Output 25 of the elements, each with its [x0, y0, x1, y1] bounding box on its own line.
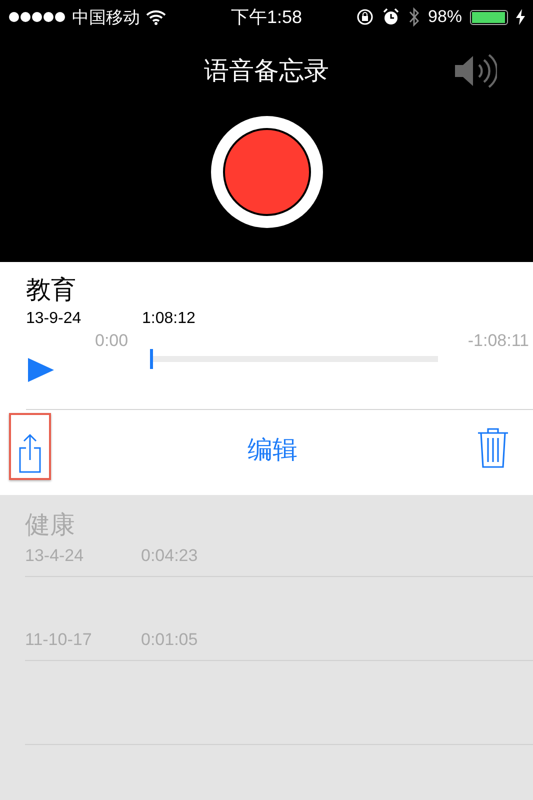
memo-title: 健康	[25, 510, 75, 540]
carrier-name: 中国移动	[72, 6, 140, 28]
memo-duration: 0:04:23	[141, 546, 198, 566]
memo-date: 13-4-24	[25, 546, 85, 566]
memo-row[interactable]: 11-10-17 0:01:05	[25, 577, 533, 661]
bluetooth-icon	[408, 7, 420, 27]
speaker-icon[interactable]	[453, 52, 497, 90]
battery-percent: 98%	[428, 7, 462, 27]
alarm-icon	[382, 8, 400, 26]
memo-duration: 0:01:05	[141, 630, 198, 650]
remaining-time: -1:08:11	[468, 331, 529, 351]
battery-icon	[470, 10, 508, 24]
memo-date: 13-9-24	[26, 310, 82, 328]
play-button[interactable]	[26, 358, 56, 384]
clock-time: 下午1:58	[230, 6, 302, 29]
memo-date: 11-10-17	[25, 630, 93, 650]
rotation-lock-icon	[356, 8, 374, 26]
edit-button[interactable]: 编辑	[248, 432, 298, 466]
signal-icon	[8, 11, 66, 23]
memo-title: 教育	[26, 275, 76, 306]
app-title: 语音备忘录	[204, 56, 329, 86]
memo-duration: 1:08:12	[142, 310, 196, 328]
elapsed-time: 0:00	[95, 331, 128, 351]
memo-row[interactable]: 健康 13-4-24 0:04:23	[25, 495, 533, 577]
wifi-icon	[146, 10, 166, 24]
